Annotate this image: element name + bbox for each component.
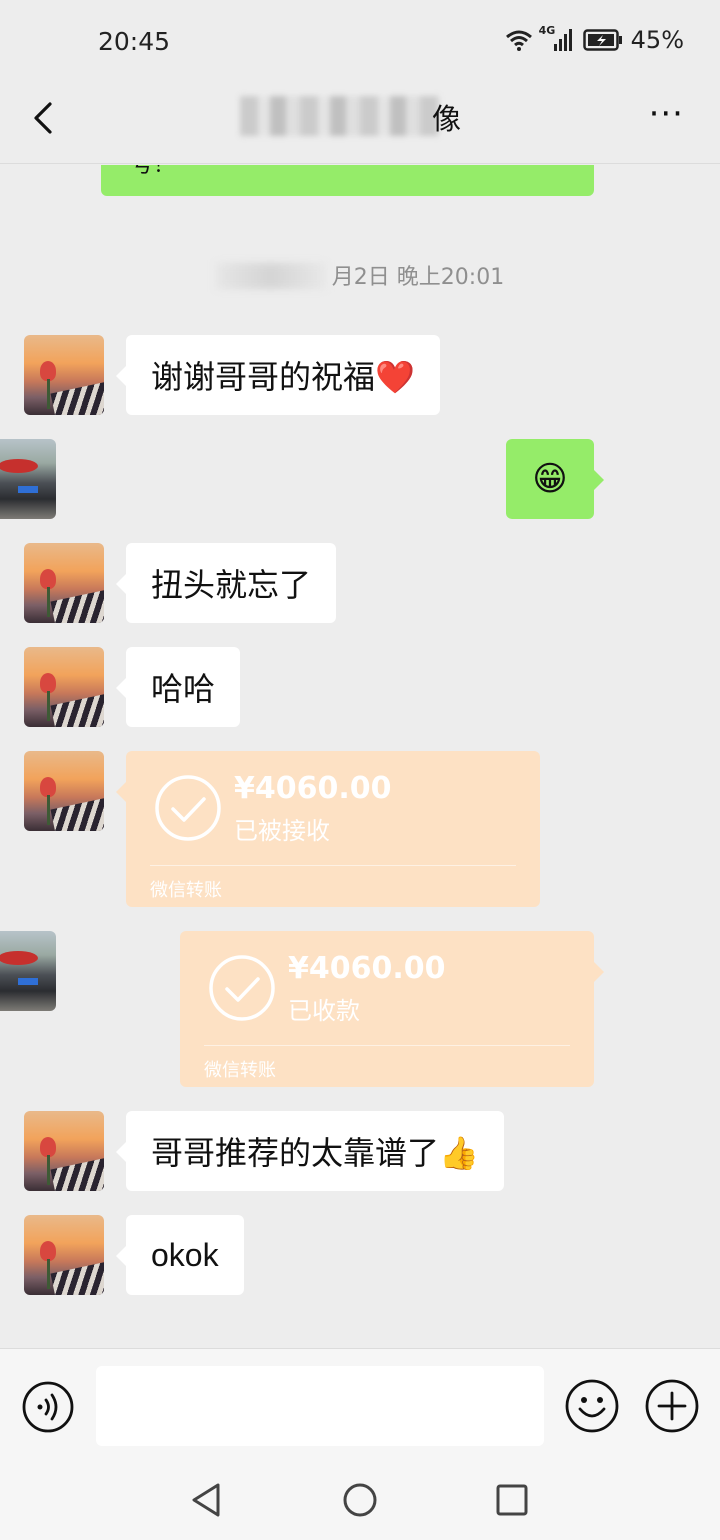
status-icons: 4G 45% — [505, 24, 684, 54]
timestamp-text: 月2日 晚上20:01 — [331, 265, 505, 290]
wifi-icon — [505, 30, 532, 51]
chat-header: 像 ··· — [0, 84, 720, 164]
transfer-card[interactable]: ¥4060.00 已被接收 微信转账 — [116, 751, 540, 907]
message-row: 哥哥推荐的太靠谱了👍 — [0, 1111, 720, 1191]
check-circle-icon — [209, 955, 275, 1021]
avatar[interactable] — [24, 1111, 104, 1191]
triangle-back-icon[interactable] — [186, 1480, 226, 1520]
message-row: 扭头就忘了 — [0, 543, 720, 623]
avatar[interactable] — [24, 751, 104, 831]
timestamp-blur-mask — [215, 263, 326, 289]
message-bubble[interactable]: 谢谢哥哥的祝福❤️ — [116, 335, 440, 415]
message-bubble[interactable]: 哈哈 — [115, 647, 241, 727]
avatar[interactable] — [24, 335, 104, 415]
voice-icon[interactable] — [22, 1381, 74, 1433]
avatar[interactable] — [24, 1215, 104, 1295]
input-bar — [0, 1348, 720, 1464]
message-bubble[interactable]: okok — [116, 1215, 244, 1295]
transfer-divider — [150, 865, 516, 866]
square-recents-icon[interactable] — [492, 1480, 532, 1520]
status-bar: 20:45 4G 45% — [0, 0, 720, 84]
message-text: 扭头就忘了 — [151, 566, 312, 604]
message-row: ¥4060.00 已被接收 微信转账 — [0, 751, 720, 907]
message-row: 谢谢哥哥的祝福❤️ — [0, 335, 720, 415]
transfer-card[interactable]: ¥4060.00 已收款 微信转账 — [180, 931, 604, 1087]
chevron-left-icon[interactable] — [26, 98, 66, 138]
message-text: 哈哈 — [151, 670, 216, 708]
message-list[interactable]: 号！ 月2日 晚上20:01 谢谢哥哥的祝福❤️ 😁 扭头就忘了 哈哈 ¥406… — [0, 165, 720, 1348]
emoji-icon[interactable] — [565, 1379, 619, 1433]
battery-percentage: 45% — [630, 26, 684, 54]
ellipsis-icon[interactable]: ··· — [649, 97, 684, 131]
title-blur-mask — [240, 96, 440, 136]
message-row: 😁 — [0, 439, 720, 519]
transfer-status: 已收款 — [288, 997, 360, 1025]
status-time: 20:45 — [98, 27, 171, 56]
partial-message-bubble: 号！ — [101, 165, 594, 196]
cellular-signal-icon: 4G — [539, 24, 575, 52]
system-navigation-bar — [0, 1464, 720, 1540]
message-bubble[interactable]: 扭头就忘了 — [115, 543, 337, 623]
check-circle-icon — [155, 775, 221, 841]
battery-charging-icon — [582, 29, 622, 51]
message-bubble[interactable]: 😁 — [506, 439, 604, 519]
transfer-status: 已被接收 — [234, 817, 330, 845]
message-row: ¥4060.00 已收款 微信转账 — [0, 931, 720, 1087]
partial-message-text: 号！ — [131, 165, 176, 178]
transfer-footer: 微信转账 — [150, 880, 222, 901]
message-text: 谢谢哥哥的祝福❤️ — [151, 358, 415, 396]
avatar[interactable] — [0, 931, 56, 1011]
avatar[interactable] — [0, 439, 56, 519]
message-text: 哥哥推荐的太靠谱了👍 — [151, 1134, 479, 1172]
plus-icon[interactable] — [645, 1379, 699, 1433]
message-row: 哈哈 — [0, 647, 720, 727]
message-timestamp: 月2日 晚上20:01 — [0, 259, 720, 291]
chat-title: 像 — [240, 94, 480, 138]
transfer-amount: ¥4060.00 — [288, 951, 446, 986]
chat-title-text: 像 — [432, 102, 462, 136]
transfer-divider — [204, 1045, 570, 1046]
circle-home-icon[interactable] — [340, 1480, 380, 1520]
message-text: okok — [151, 1236, 219, 1273]
message-row: okok — [0, 1215, 720, 1295]
message-text: 😁 — [532, 459, 568, 499]
message-bubble[interactable]: 哥哥推荐的太靠谱了👍 — [116, 1111, 504, 1191]
avatar[interactable] — [24, 543, 104, 623]
avatar[interactable] — [24, 647, 104, 727]
message-input[interactable] — [96, 1366, 544, 1446]
transfer-amount: ¥4060.00 — [234, 771, 392, 806]
transfer-footer: 微信转账 — [204, 1060, 276, 1081]
